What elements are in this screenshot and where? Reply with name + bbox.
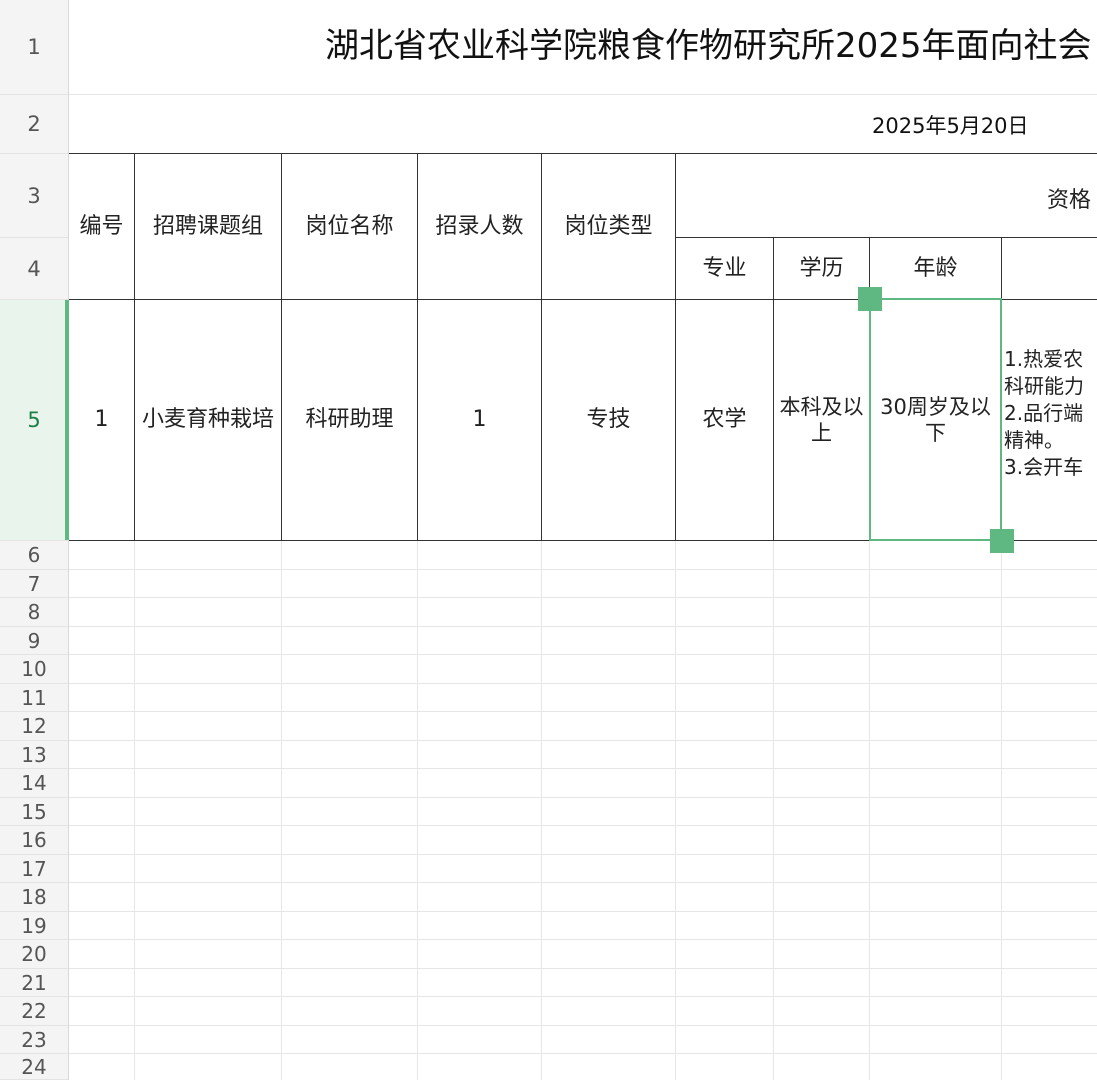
requirement-line: 科研能力 bbox=[1004, 374, 1084, 398]
row-number-6[interactable]: 6 bbox=[0, 541, 68, 570]
grid-line bbox=[69, 569, 1097, 570]
grid-line bbox=[675, 541, 676, 1080]
grid-line bbox=[541, 541, 542, 1080]
grid-line bbox=[417, 541, 418, 1080]
row-number-9[interactable]: 9 bbox=[0, 627, 68, 655]
date-cell[interactable]: 2025年5月20日 bbox=[872, 110, 1029, 140]
grid-line bbox=[69, 597, 1097, 598]
grid-line bbox=[69, 94, 1097, 95]
header-qualifications-cell[interactable]: 资格 bbox=[1047, 182, 1091, 214]
row5-education-cell[interactable]: 本科及以上 bbox=[774, 300, 869, 540]
row-number-21[interactable]: 21 bbox=[0, 969, 68, 997]
row-number-3[interactable]: 3 bbox=[0, 154, 68, 238]
grid-line bbox=[69, 768, 1097, 769]
row5-id-cell[interactable]: 1 bbox=[69, 300, 134, 540]
grid-line bbox=[69, 911, 1097, 912]
row-number-10[interactable]: 10 bbox=[0, 655, 68, 684]
row-number-23[interactable]: 23 bbox=[0, 1026, 68, 1054]
grid-line bbox=[69, 996, 1097, 997]
row-number-13[interactable]: 13 bbox=[0, 741, 68, 769]
requirement-line: 2.品行端 bbox=[1004, 401, 1084, 425]
row-number-17[interactable]: 17 bbox=[0, 855, 68, 883]
row-number-19[interactable]: 19 bbox=[0, 912, 68, 940]
header-age-cell[interactable]: 年龄 bbox=[870, 238, 1001, 299]
row5-other-requirements-cell[interactable]: 1.热爱农 科研能力 2.品行端 精神。 3.会开车 bbox=[1004, 346, 1084, 481]
row-number-24[interactable]: 24 bbox=[0, 1054, 68, 1080]
row-number-18[interactable]: 18 bbox=[0, 883, 68, 912]
grid-line bbox=[134, 541, 135, 1080]
header-hire-count-cell[interactable]: 招录人数 bbox=[418, 154, 541, 299]
grid-line bbox=[69, 797, 1097, 798]
header-major-cell[interactable]: 专业 bbox=[676, 238, 773, 299]
grid-line bbox=[773, 541, 774, 1080]
table-border bbox=[69, 540, 1097, 541]
requirement-line: 1.热爱农 bbox=[1004, 347, 1084, 371]
row5-age-cell[interactable]: 30周岁及以下 bbox=[870, 300, 1001, 540]
grid-line bbox=[69, 968, 1097, 969]
header-group-cell[interactable]: 招聘课题组 bbox=[135, 154, 281, 299]
row-number-5[interactable]: 5 bbox=[0, 300, 69, 541]
grid-line bbox=[69, 654, 1097, 655]
grid-line bbox=[69, 882, 1097, 883]
header-id-cell[interactable]: 编号 bbox=[69, 154, 134, 299]
row-number-20[interactable]: 20 bbox=[0, 940, 68, 969]
row-number-16[interactable]: 16 bbox=[0, 826, 68, 855]
grid-line bbox=[69, 626, 1097, 627]
header-position-name-cell[interactable]: 岗位名称 bbox=[282, 154, 417, 299]
table-border bbox=[1001, 237, 1002, 541]
grid-line bbox=[69, 1053, 1097, 1054]
spreadsheet[interactable]: 1 2 3 4 5 6 7 8 9 10 11 12 13 14 15 16 1… bbox=[0, 0, 1097, 1080]
row-number-1[interactable]: 1 bbox=[0, 0, 68, 95]
grid-line bbox=[69, 825, 1097, 826]
row-header-column: 1 2 3 4 5 6 7 8 9 10 11 12 13 14 15 16 1… bbox=[0, 0, 69, 1080]
grid-line bbox=[69, 740, 1097, 741]
grid-line bbox=[869, 541, 870, 1080]
header-education-cell[interactable]: 学历 bbox=[774, 238, 869, 299]
header-position-type-cell[interactable]: 岗位类型 bbox=[542, 154, 675, 299]
grid-line bbox=[69, 711, 1097, 712]
selection-handle-bottom-right[interactable] bbox=[990, 529, 1014, 553]
grid-line bbox=[69, 1025, 1097, 1026]
row5-group-cell[interactable]: 小麦育种栽培 bbox=[135, 300, 281, 540]
requirement-line: 精神。 bbox=[1004, 428, 1064, 452]
row5-position-name-cell[interactable]: 科研助理 bbox=[282, 300, 417, 540]
row-number-15[interactable]: 15 bbox=[0, 798, 68, 826]
grid-line bbox=[69, 683, 1097, 684]
row-number-22[interactable]: 22 bbox=[0, 997, 68, 1026]
grid-line bbox=[69, 854, 1097, 855]
row-number-2[interactable]: 2 bbox=[0, 95, 68, 154]
row-number-14[interactable]: 14 bbox=[0, 769, 68, 798]
row5-major-cell[interactable]: 农学 bbox=[676, 300, 773, 540]
grid-line bbox=[1001, 541, 1002, 1080]
row5-position-type-cell[interactable]: 专技 bbox=[542, 300, 675, 540]
row-number-7[interactable]: 7 bbox=[0, 570, 68, 598]
selection-handle-top-left[interactable] bbox=[858, 287, 882, 311]
row-number-4[interactable]: 4 bbox=[0, 238, 68, 300]
requirement-line: 3.会开车 bbox=[1004, 455, 1084, 479]
row-number-12[interactable]: 12 bbox=[0, 712, 68, 741]
grid-line bbox=[281, 541, 282, 1080]
grid-line bbox=[69, 939, 1097, 940]
row5-hire-count-cell[interactable]: 1 bbox=[418, 300, 541, 540]
row-number-8[interactable]: 8 bbox=[0, 598, 68, 627]
sheet-title-cell[interactable]: 湖北省农业科学院粮食作物研究所2025年面向社会 bbox=[325, 18, 1092, 67]
row-number-11[interactable]: 11 bbox=[0, 684, 68, 712]
